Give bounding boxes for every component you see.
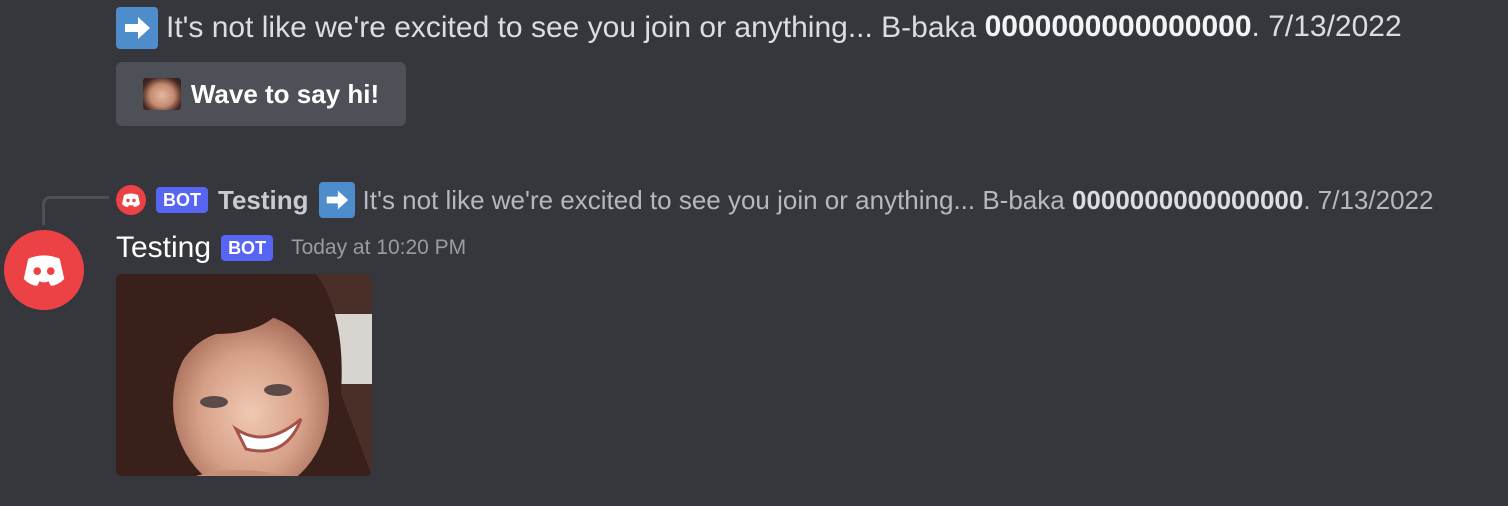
discord-logo-icon	[23, 255, 65, 286]
reply-text: It's not like we're excited to see you j…	[362, 184, 1434, 215]
bot-tag: BOT	[221, 235, 274, 261]
attachment-photo	[116, 274, 372, 476]
arrow-right-icon	[116, 7, 158, 50]
discord-logo-icon	[122, 193, 140, 207]
reply-bot-tag: BOT	[156, 187, 208, 213]
wave-to-say-hi-button[interactable]: Wave to say hi!	[116, 62, 406, 126]
reply-username: 0000000000000000	[1071, 184, 1304, 215]
chat-view: It's not like we're excited to see you j…	[0, 0, 1508, 506]
message-header: Testing BOT Today at 10:20 PM	[116, 228, 466, 268]
system-message-text: It's not like we're excited to see you j…	[166, 11, 977, 45]
wave-sticker-icon	[142, 78, 181, 110]
author-avatar[interactable]	[4, 230, 84, 310]
system-message-date: . 7/13/2022	[1251, 10, 1402, 43]
wave-button-label: Wave to say hi!	[190, 78, 380, 109]
reply-reference[interactable]: BOT Testing It's not like we're excited …	[116, 180, 1433, 220]
reply-author-name[interactable]: Testing	[218, 185, 309, 216]
system-join-message: It's not like we're excited to see you j…	[116, 6, 1402, 50]
reply-spine	[42, 196, 109, 225]
author-username[interactable]: Testing	[116, 231, 211, 265]
arrow-right-icon	[318, 182, 355, 218]
reply-avatar[interactable]	[116, 185, 146, 215]
message-timestamp[interactable]: Today at 10:20 PM	[291, 236, 466, 260]
image-attachment[interactable]	[116, 274, 372, 476]
joined-username[interactable]: 0000000000000000	[985, 10, 1252, 43]
